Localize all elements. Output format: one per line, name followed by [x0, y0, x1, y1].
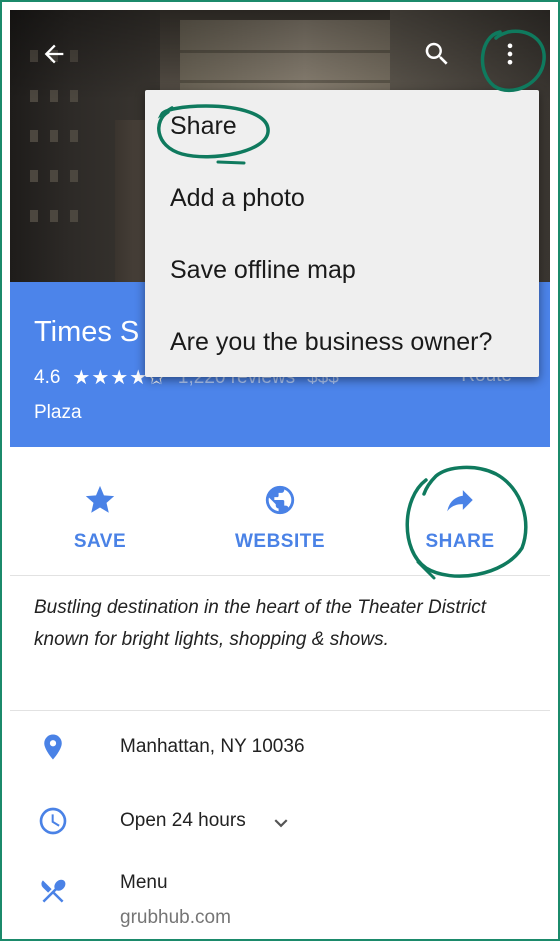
place-subtitle: Plaza	[34, 402, 82, 423]
place-description: Bustling destination in the heart of the…	[34, 597, 487, 650]
clock-icon	[36, 804, 70, 838]
menu-item-add-photo[interactable]: Add a photo	[145, 162, 539, 234]
action-bar: SAVE WEBSITE SHARE	[10, 447, 550, 575]
place-details-screen: Times S 4.6 ★★★★✩ 1,220 reviews $$$ Rout…	[10, 10, 550, 935]
more-options-button[interactable]	[486, 30, 534, 78]
address-row[interactable]: Manhattan, NY 10036	[10, 728, 550, 784]
rating-value: 4.6	[34, 366, 61, 388]
screenshot-frame: Times S 4.6 ★★★★✩ 1,220 reviews $$$ Rout…	[0, 0, 560, 941]
overflow-menu: Share Add a photo Save offline map Are y…	[145, 90, 539, 377]
menu-label: Menu	[120, 872, 168, 893]
star-icon	[85, 485, 115, 513]
save-label: SAVE	[73, 531, 127, 552]
menu-source[interactable]: grubhub.com	[120, 907, 231, 929]
divider	[10, 710, 550, 711]
globe-icon	[265, 485, 295, 515]
menu-item-business-owner[interactable]: Are you the business owner?	[145, 306, 539, 378]
save-button[interactable]: SAVE	[10, 447, 190, 575]
menu-item-share[interactable]: Share	[145, 90, 539, 162]
hours-text: Open 24 hours	[120, 810, 246, 831]
search-button[interactable]	[413, 30, 461, 78]
website-label: WEBSITE	[234, 531, 326, 552]
menu-row[interactable]: Menu grubhub.com	[10, 856, 550, 935]
restaurant-icon	[36, 874, 70, 908]
search-icon	[425, 42, 448, 65]
back-button[interactable]	[30, 30, 78, 78]
chevron-down-icon[interactable]	[268, 810, 294, 841]
website-button[interactable]: WEBSITE	[190, 447, 370, 575]
arrow-back-icon	[44, 44, 64, 64]
address-text: Manhattan, NY 10036	[120, 736, 305, 757]
menu-item-save-offline-map[interactable]: Save offline map	[145, 234, 539, 306]
share-button[interactable]: SHARE	[370, 447, 550, 575]
location-pin-icon	[36, 730, 70, 764]
share-arrow-icon	[447, 490, 473, 512]
share-label: SHARE	[425, 531, 495, 552]
divider	[10, 575, 550, 576]
place-title: Times S	[34, 316, 140, 348]
more-vert-icon	[507, 43, 513, 65]
hours-row[interactable]: Open 24 hours	[10, 802, 550, 858]
